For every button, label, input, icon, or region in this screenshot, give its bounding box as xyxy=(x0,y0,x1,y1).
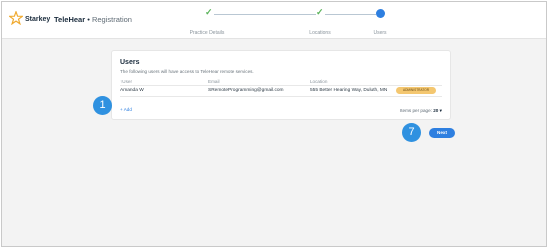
role-badge: ADMINISTRATOR xyxy=(396,87,436,94)
cell-user: Amanda W xyxy=(120,88,144,93)
items-per-page-label: Items per page: xyxy=(400,108,432,113)
step-connector xyxy=(214,14,316,15)
registration-stepper: ✓ Practice Details ✓ Locations Users xyxy=(2,2,546,38)
items-per-page-select[interactable]: 20 ▾ xyxy=(433,108,442,113)
callout-marker-1: 1 xyxy=(93,96,112,115)
step-current-dot xyxy=(376,9,385,18)
header-divider xyxy=(120,85,442,86)
column-header-email: Email xyxy=(208,79,220,84)
next-button[interactable]: Next xyxy=(429,128,455,138)
row-divider xyxy=(120,96,442,97)
cell-location: 555 Better Hearing Way, Duluth, MN xyxy=(310,88,388,93)
step-label-users: Users xyxy=(373,30,387,36)
column-header-location: Location xyxy=(310,79,328,84)
items-per-page: Items per page: 20 ▾ xyxy=(400,108,442,114)
step-label-practice-details: Practice Details xyxy=(189,30,225,36)
cell-email: SRemoteProgramming@gmail.com xyxy=(208,88,284,93)
callout-marker-7: 7 xyxy=(402,123,421,142)
app-window: Starkey TeleHear • Registration ✓ Practi… xyxy=(1,1,547,247)
users-card: Users The following users will have acce… xyxy=(111,50,451,120)
step-complete-icon: ✓ xyxy=(205,7,213,17)
add-user-link[interactable]: + Add xyxy=(120,107,132,112)
step-complete-icon: ✓ xyxy=(316,7,324,17)
step-connector xyxy=(325,14,376,15)
users-title: Users xyxy=(120,59,140,66)
top-bar: Starkey TeleHear • Registration ✓ Practi… xyxy=(2,2,546,39)
step-label-locations: Locations xyxy=(309,30,331,36)
users-subtitle: The following users will have access to … xyxy=(120,69,254,74)
column-header-user[interactable]: ↑User xyxy=(120,79,132,84)
